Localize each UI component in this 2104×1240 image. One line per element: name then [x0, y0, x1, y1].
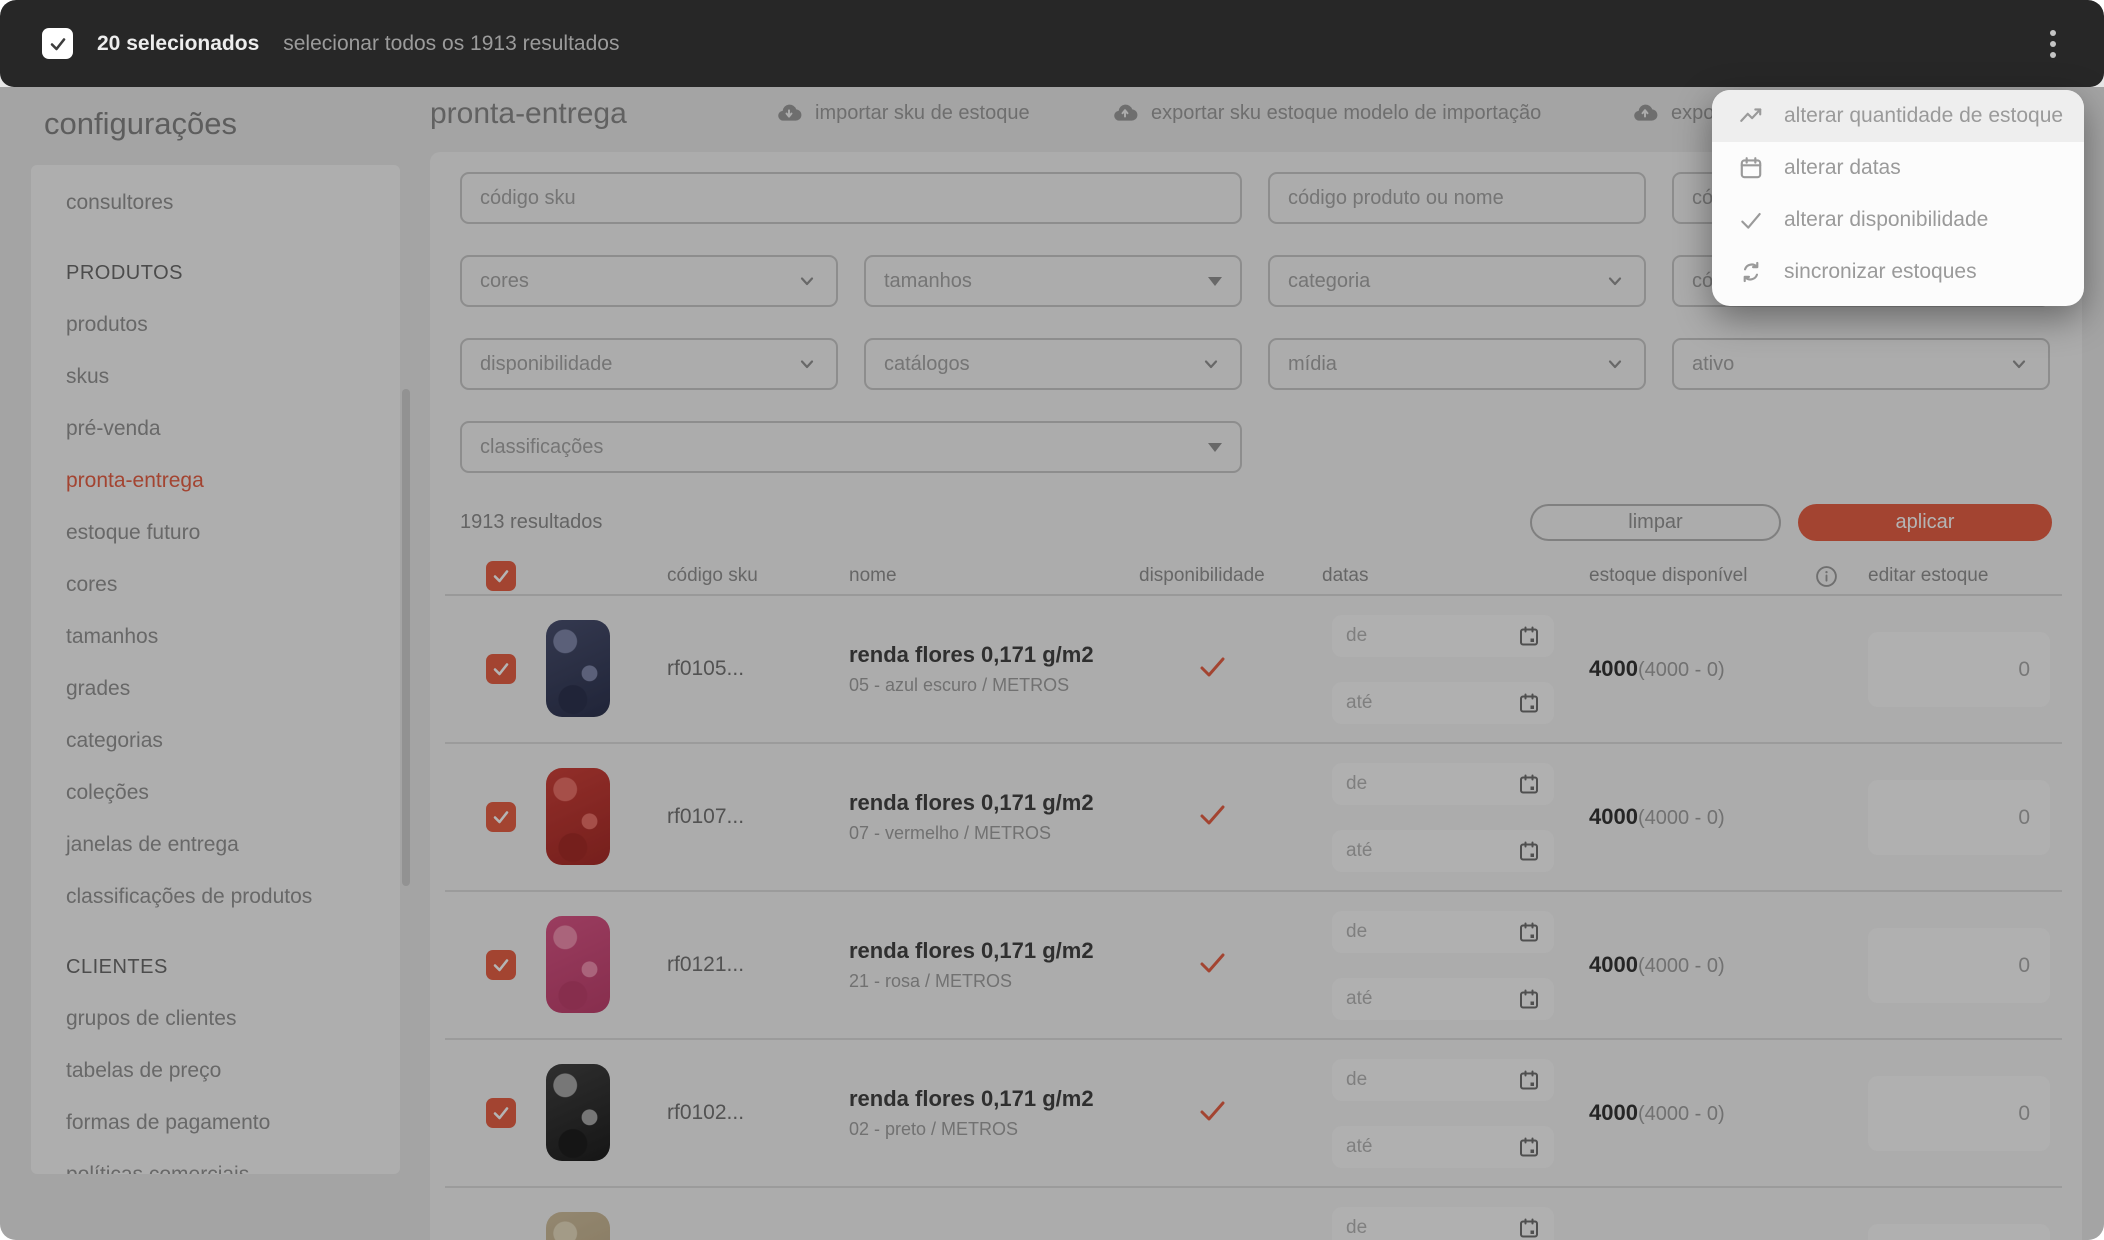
- menu-item-alterar-datas[interactable]: alterar datas: [1712, 142, 2084, 194]
- menu-item-alterar-disponibilidade[interactable]: alterar disponibilidade: [1712, 194, 2084, 246]
- actions-dropdown-menu: alterar quantidade de estoque alterar da…: [1712, 90, 2084, 306]
- selection-topbar: 20 selecionados selecionar todos os 1913…: [0, 0, 2104, 87]
- select-all-results-link[interactable]: selecionar todos os 1913 resultados: [283, 32, 619, 56]
- calendar-icon: [1738, 155, 1764, 181]
- menu-item-alterar-quantidade[interactable]: alterar quantidade de estoque: [1712, 90, 2084, 142]
- sync-icon: [1738, 259, 1764, 285]
- menu-item-sincronizar-estoques[interactable]: sincronizar estoques: [1712, 246, 2084, 298]
- app-window: configurações consultores PRODUTOS produ…: [0, 0, 2104, 1240]
- select-all-checkbox-topbar[interactable]: [42, 28, 73, 59]
- check-icon: [1738, 207, 1764, 233]
- trend-up-icon: [1738, 103, 1764, 129]
- kebab-menu-icon[interactable]: [2044, 24, 2062, 64]
- selected-count: 20 selecionados: [97, 31, 260, 55]
